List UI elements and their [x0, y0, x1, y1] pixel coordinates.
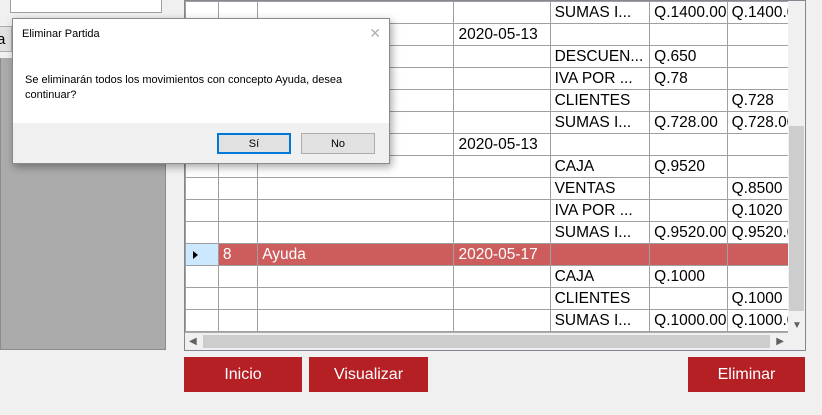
date-cell[interactable] [453, 45, 551, 68]
date-cell[interactable] [453, 111, 551, 134]
date-cell[interactable]: 2020-05-13 [453, 23, 551, 46]
row-header[interactable] [185, 243, 219, 266]
left-text-field[interactable] [10, 0, 162, 13]
table-row[interactable]: SUMAS I... Q.9520.00 Q.9520.00 [185, 221, 805, 244]
account-cell[interactable] [549, 243, 651, 266]
vertical-scroll-thumb[interactable] [789, 126, 804, 311]
debe-cell[interactable] [649, 89, 728, 112]
no-button[interactable]: No [301, 133, 375, 154]
date-cell[interactable] [453, 89, 551, 112]
account-cell[interactable]: SUMAS I... [549, 221, 651, 244]
date-cell[interactable] [453, 67, 551, 90]
account-cell[interactable]: DESCUEN... [549, 45, 651, 68]
date-cell[interactable] [453, 155, 551, 178]
scroll-down-arrow-icon[interactable]: ▼ [792, 320, 802, 331]
debe-cell[interactable] [649, 199, 728, 222]
eliminar-button[interactable]: Eliminar [688, 357, 805, 392]
account-cell[interactable]: CAJA [549, 155, 651, 178]
scroll-right-arrow-icon[interactable]: ▶ [776, 333, 784, 350]
debe-cell[interactable] [649, 287, 728, 310]
date-cell[interactable] [453, 287, 551, 310]
scroll-left-arrow-icon[interactable]: ◀ [189, 333, 197, 350]
current-row-arrow-icon [193, 250, 198, 259]
concept-cell[interactable]: Ayuda [257, 243, 455, 266]
debe-cell[interactable]: Q.1000.00 [649, 309, 728, 332]
date-cell[interactable] [453, 221, 551, 244]
left-small-button[interactable]: a [0, 26, 12, 52]
debe-cell[interactable]: Q.650 [649, 45, 728, 68]
account-cell[interactable]: CLIENTES [549, 287, 651, 310]
account-cell[interactable] [549, 133, 651, 156]
debe-cell[interactable] [649, 133, 728, 156]
row-header[interactable] [185, 287, 219, 310]
row-number-cell[interactable] [217, 265, 259, 288]
row-header[interactable] [185, 221, 219, 244]
row-header[interactable] [185, 265, 219, 288]
date-cell[interactable]: 2020-05-17 [453, 243, 551, 266]
horizontal-scroll-thumb[interactable] [203, 335, 770, 348]
account-cell[interactable]: CLIENTES [549, 89, 651, 112]
row-header[interactable] [185, 199, 219, 222]
debe-cell[interactable] [649, 243, 728, 266]
date-cell[interactable] [453, 177, 551, 200]
date-cell[interactable] [453, 309, 551, 332]
concept-cell[interactable] [257, 309, 455, 332]
debe-cell[interactable] [649, 177, 728, 200]
account-cell[interactable]: SUMAS I... [549, 309, 651, 332]
account-cell[interactable]: IVA POR ... [549, 67, 651, 90]
row-number-cell[interactable] [217, 221, 259, 244]
debe-cell[interactable]: Q.1400.00 [649, 1, 728, 24]
visualizar-button[interactable]: Visualizar [309, 357, 428, 392]
row-number-cell[interactable] [217, 309, 259, 332]
debe-cell[interactable]: Q.1000 [649, 265, 728, 288]
debe-cell[interactable]: Q.728.00 [649, 111, 728, 134]
concept-cell[interactable] [257, 177, 455, 200]
vertical-scrollbar[interactable]: ▼ [788, 1, 805, 334]
debe-cell[interactable] [649, 23, 728, 46]
date-cell[interactable]: 2020-05-13 [453, 133, 551, 156]
account-cell[interactable]: VENTAS [549, 177, 651, 200]
horizontal-scrollbar[interactable]: ◀ ▶ [185, 333, 788, 350]
row-number-cell[interactable] [217, 287, 259, 310]
dialog-message: Se eliminarán todos los movimientos con … [25, 74, 343, 101]
table-row[interactable]: SUMAS I... Q.1000.00 Q.1000.00 [185, 309, 805, 332]
account-cell[interactable]: CAJA [549, 265, 651, 288]
yes-button[interactable]: Sí [217, 133, 291, 154]
row-header[interactable] [185, 309, 219, 332]
account-cell[interactable]: SUMAS I... [549, 111, 651, 134]
row-number-cell[interactable] [217, 199, 259, 222]
table-row[interactable]: IVA POR ... Q.1020 [185, 199, 805, 222]
scrollbar-corner [788, 333, 805, 350]
table-row[interactable]: VENTAS Q.8500 [185, 177, 805, 200]
table-row[interactable]: CLIENTES Q.1000 [185, 287, 805, 310]
concept-cell[interactable] [257, 287, 455, 310]
account-cell[interactable]: IVA POR ... [549, 199, 651, 222]
account-cell[interactable] [549, 23, 651, 46]
inicio-button[interactable]: Inicio [184, 357, 302, 392]
concept-cell[interactable] [257, 221, 455, 244]
date-cell[interactable] [453, 265, 551, 288]
dialog-title: Eliminar Partida [22, 28, 100, 40]
close-icon[interactable]: ✕ [369, 25, 381, 42]
concept-cell[interactable] [257, 199, 455, 222]
concept-cell[interactable] [257, 265, 455, 288]
table-row[interactable]: 8 Ayuda 2020-05-17 [185, 243, 805, 266]
table-row[interactable]: CAJA Q.1000 [185, 265, 805, 288]
row-number-cell[interactable] [217, 177, 259, 200]
row-number-cell[interactable]: 8 [217, 243, 259, 266]
debe-cell[interactable]: Q.78 [649, 67, 728, 90]
date-cell[interactable] [453, 1, 551, 24]
debe-cell[interactable]: Q.9520 [649, 155, 728, 178]
date-cell[interactable] [453, 199, 551, 222]
row-header[interactable] [185, 177, 219, 200]
dialog-footer: Sí No [13, 123, 389, 163]
account-cell[interactable]: SUMAS I... [549, 1, 651, 24]
confirm-dialog: Eliminar Partida ✕ Se eliminarán todos l… [12, 18, 390, 164]
debe-cell[interactable]: Q.9520.00 [649, 221, 728, 244]
